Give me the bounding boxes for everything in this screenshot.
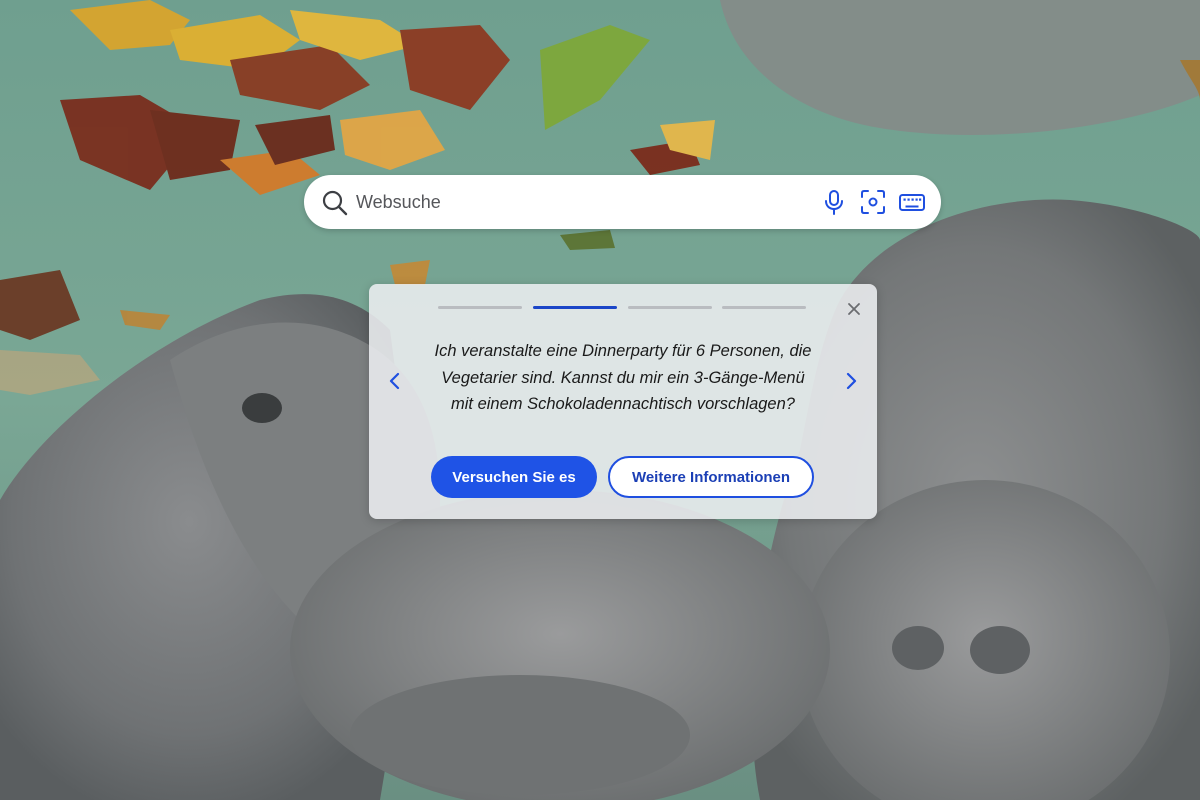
progress-step-2[interactable]: [533, 306, 617, 309]
page: Ich veranstalte eine Dinnerparty für 6 P…: [0, 0, 1200, 800]
search-bar: [304, 175, 941, 229]
microphone-icon[interactable]: [820, 188, 848, 216]
try-it-button[interactable]: Versuchen Sie es: [431, 456, 597, 498]
visual-search-icon[interactable]: [859, 188, 887, 216]
suggestion-card: Ich veranstalte eine Dinnerparty für 6 P…: [369, 284, 877, 519]
progress-step-1[interactable]: [438, 306, 522, 309]
search-input[interactable]: [356, 185, 796, 219]
close-icon[interactable]: [843, 298, 865, 320]
progress-step-3[interactable]: [628, 306, 712, 309]
progress-step-4[interactable]: [722, 306, 806, 309]
search-icon: [322, 190, 348, 216]
chevron-left-icon[interactable]: [384, 370, 406, 392]
keyboard-icon[interactable]: [898, 188, 926, 216]
chevron-right-icon[interactable]: [840, 370, 862, 392]
more-info-button[interactable]: Weitere Informationen: [608, 456, 814, 498]
suggestion-prompt: Ich veranstalte eine Dinnerparty für 6 P…: [434, 342, 812, 413]
